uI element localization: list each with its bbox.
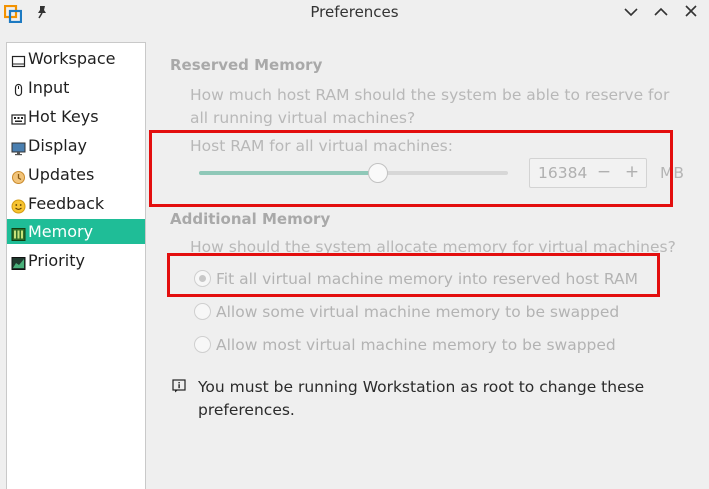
sidebar-item-label: Feedback [28,194,105,213]
sidebar-item-display[interactable]: Display [7,133,145,158]
radio-label: Allow some virtual machine memory to be … [216,303,620,321]
sidebar-item-label: Display [28,136,87,155]
sidebar-item-workspace[interactable]: Workspace [7,46,145,71]
preferences-window: Preferences Workspace Input Hot Keys Dis… [0,0,709,489]
decrement-button[interactable]: − [594,162,614,182]
radio-button[interactable] [194,270,211,287]
radio-button[interactable] [194,336,211,353]
memory-icon [11,224,26,241]
sidebar-item-updates[interactable]: Updates [7,162,145,187]
additional-memory-heading: Additional Memory [170,210,331,228]
sidebar-item-label: Input [28,78,70,97]
display-icon [11,138,26,156]
maximize-button[interactable] [650,2,672,22]
preferences-sidebar: Workspace Input Hot Keys Display Updates [6,42,146,489]
host-ram-slider-handle[interactable] [368,163,389,183]
sidebar-item-memory[interactable]: Memory [7,219,145,244]
sidebar-item-label: Hot Keys [28,107,99,126]
workspace-icon [11,51,26,68]
increment-button[interactable]: + [622,162,642,182]
additional-memory-question: How should the system allocate memory fo… [190,238,676,256]
priority-icon [11,253,26,270]
info-icon [172,378,186,393]
window-title: Preferences [310,3,399,21]
radio-label: Fit all virtual machine memory into rese… [216,270,638,288]
updates-icon [11,167,26,184]
root-required-notice: You must be running Workstation as root … [198,378,645,419]
sidebar-item-label: Workspace [28,49,116,68]
title-bar: Preferences [0,0,709,30]
memory-unit-label: MB [660,164,685,182]
sidebar-item-hot-keys[interactable]: Hot Keys [7,104,145,129]
sidebar-item-feedback[interactable]: Feedback [7,191,145,216]
minimize-button[interactable] [620,2,642,22]
reserved-memory-question: How much host RAM should the system be a… [190,86,670,127]
sidebar-item-label: Memory [28,222,94,241]
host-ram-label: Host RAM for all virtual machines: [190,137,453,155]
host-ram-slider-fill [199,171,379,175]
host-ram-spinbox[interactable]: 16384 − + [529,158,647,188]
keyboard-icon [11,109,26,125]
radio-label: Allow most virtual machine memory to be … [216,336,616,354]
host-ram-slider[interactable] [199,163,508,183]
sidebar-item-input[interactable]: Input [7,75,145,100]
input-icon [11,80,26,97]
host-ram-value[interactable]: 16384 [538,164,587,182]
reserved-memory-heading: Reserved Memory [170,56,323,74]
radio-button[interactable] [194,303,211,320]
smiley-icon [11,196,26,214]
sidebar-item-label: Updates [28,165,95,184]
close-button[interactable] [680,2,702,22]
sidebar-item-label: Priority [28,251,85,270]
sidebar-item-priority[interactable]: Priority [7,248,145,273]
